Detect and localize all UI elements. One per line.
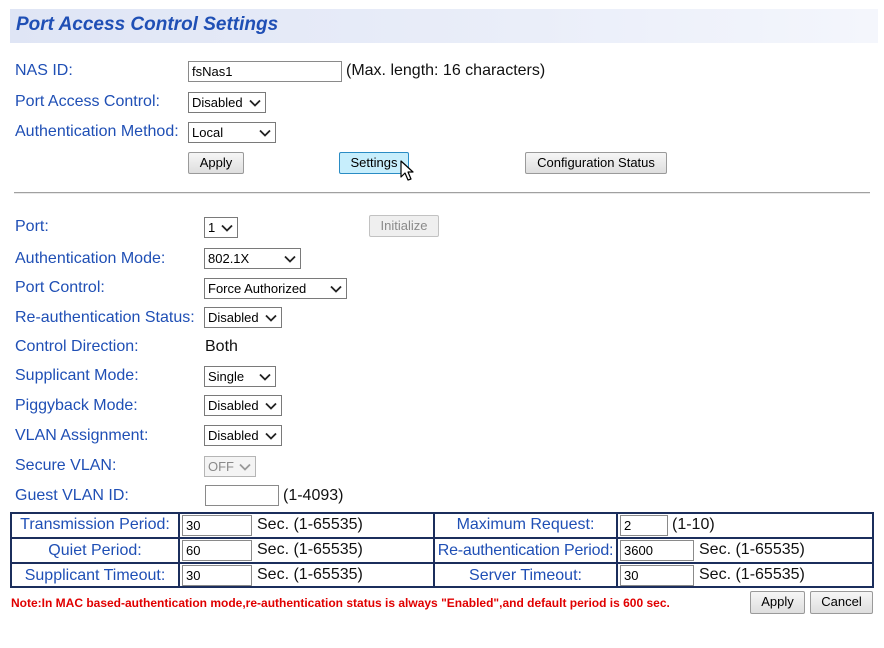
chevron-down-icon [259,373,271,381]
mouse-pointer-icon [400,160,414,181]
section-divider [14,192,870,194]
secure-vlan-label: Secure VLAN: [15,457,117,474]
supplicant-mode-select[interactable]: Single [204,366,276,387]
transmission-period-input[interactable]: 30 [182,515,252,536]
settings-button[interactable]: Settings [339,152,409,174]
timers-col-divider [178,512,180,588]
transmission-period-label: Transmission Period: [20,516,170,533]
chevron-down-icon [265,402,277,410]
maximum-request-unit: (1-10) [672,516,715,533]
transmission-period-unit: Sec. (1-65535) [257,516,363,533]
quiet-period-unit: Sec. (1-65535) [257,541,363,558]
reauth-status-label: Re-authentication Status: [15,309,195,326]
reauth-status-value: Disabled [208,310,259,325]
piggyback-mode-select[interactable]: Disabled [204,395,282,416]
timers-row-divider [10,562,874,564]
guest-vlan-input[interactable] [205,485,279,506]
port-access-control-label: Port Access Control: [15,93,160,110]
auth-mode-label: Authentication Mode: [15,250,166,267]
port-access-control-value: Disabled [192,95,243,110]
reauth-period-unit: Sec. (1-65535) [699,541,805,558]
reauth-period-input[interactable]: 3600 [620,540,694,561]
piggyback-mode-value: Disabled [208,398,259,413]
auth-mode-select[interactable]: 802.1X [204,248,301,269]
vlan-assignment-value: Disabled [208,428,259,443]
chevron-down-icon [265,432,277,440]
chevron-down-icon [284,255,296,263]
chevron-down-icon [239,463,251,471]
vlan-assignment-select[interactable]: Disabled [204,425,282,446]
quiet-period-input[interactable]: 60 [182,540,252,561]
port-control-value: Force Authorized [208,281,307,296]
cancel-button[interactable]: Cancel [810,591,873,614]
timers-row-divider [10,537,874,539]
quiet-period-label: Quiet Period: [48,542,142,559]
initialize-button[interactable]: Initialize [369,215,439,237]
chevron-down-icon [221,224,233,232]
port-value: 1 [208,220,216,235]
maximum-request-label: Maximum Request: [456,516,595,533]
auth-method-value: Local [192,125,224,140]
server-timeout-label: Server Timeout: [469,567,582,584]
nas-id-hint: (Max. length: 16 characters) [346,62,546,79]
supplicant-timeout-unit: Sec. (1-65535) [257,566,363,583]
supplicant-timeout-input[interactable]: 30 [182,565,252,586]
secure-vlan-value: OFF [208,459,234,474]
piggyback-mode-label: Piggyback Mode: [15,397,138,414]
chevron-down-icon [249,99,261,107]
chevron-down-icon [265,314,277,322]
global-apply-button[interactable]: Apply [188,152,244,174]
timers-col-divider [616,512,618,588]
port-label: Port: [15,218,49,235]
guest-vlan-hint: (1-4093) [283,487,344,504]
page-title: Port Access Control Settings [16,14,279,35]
server-timeout-input[interactable]: 30 [620,565,694,586]
supplicant-timeout-label: Supplicant Timeout: [24,567,166,584]
port-control-label: Port Control: [15,279,105,296]
port-access-control-select[interactable]: Disabled [188,92,266,113]
supplicant-mode-label: Supplicant Mode: [15,367,139,384]
reauth-status-select[interactable]: Disabled [204,307,282,328]
nas-id-input[interactable]: fsNas1 [188,61,342,82]
reauth-period-label: Re-authentication Period: [437,542,614,559]
port-select[interactable]: 1 [204,217,238,238]
apply-button[interactable]: Apply [750,591,805,614]
supplicant-mode-value: Single [208,369,245,384]
configuration-status-button[interactable]: Configuration Status [525,152,667,174]
control-direction-label: Control Direction: [15,338,139,355]
guest-vlan-label: Guest VLAN ID: [15,487,129,504]
auth-method-select[interactable]: Local [188,122,276,143]
chevron-down-icon [330,285,342,293]
server-timeout-unit: Sec. (1-65535) [699,566,805,583]
control-direction-value: Both [205,338,238,355]
maximum-request-input[interactable]: 2 [620,515,668,536]
nas-id-label: NAS ID: [15,62,73,79]
vlan-assignment-label: VLAN Assignment: [15,427,149,444]
auth-mode-value: 802.1X [208,251,250,266]
port-control-select[interactable]: Force Authorized [204,278,347,299]
auth-method-label: Authentication Method: [15,123,179,140]
chevron-down-icon [259,129,271,137]
note-text: Note:In MAC based-authentication mode,re… [11,596,670,610]
secure-vlan-select[interactable]: OFF [204,456,256,477]
